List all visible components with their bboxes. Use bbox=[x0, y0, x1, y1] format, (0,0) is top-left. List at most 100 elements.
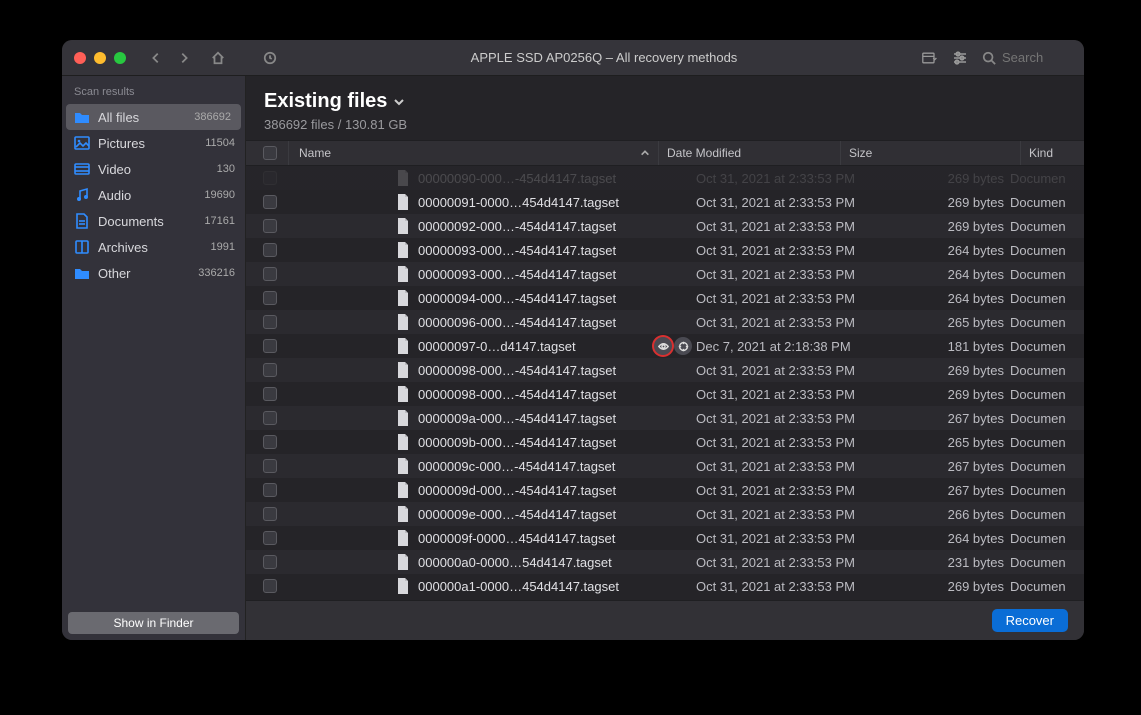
row-checkbox[interactable] bbox=[263, 243, 277, 257]
folder-icon bbox=[74, 265, 90, 281]
sidebar-item-video[interactable]: Video130 bbox=[62, 156, 245, 182]
row-checkbox[interactable] bbox=[263, 579, 277, 593]
sidebar-item-documents[interactable]: Documents17161 bbox=[62, 208, 245, 234]
sidebar-item-label: Other bbox=[98, 266, 131, 281]
file-row[interactable]: 0000009f-0000…454d4147.tagsetOct 31, 202… bbox=[246, 526, 1084, 550]
file-row[interactable]: 0000009d-000…-454d4147.tagset Oct 31, 202… bbox=[246, 478, 1084, 502]
file-name: 00000097-0…d4147.tagset bbox=[418, 339, 654, 354]
sidebar-item-label: All files bbox=[98, 110, 139, 125]
file-row[interactable]: 00000093-000…-454d4147.tagsetOct 31, 202… bbox=[246, 262, 1084, 286]
row-checkbox[interactable] bbox=[263, 363, 277, 377]
file-date: Oct 31, 2021 at 2:33:53 PM bbox=[694, 411, 876, 426]
file-icon bbox=[396, 218, 412, 234]
file-kind: Documen bbox=[1010, 363, 1084, 378]
select-all-checkbox[interactable] bbox=[263, 146, 277, 160]
main-title[interactable]: Existing files bbox=[264, 90, 1066, 113]
row-checkbox[interactable] bbox=[263, 507, 277, 521]
file-date: Oct 31, 2021 at 2:33:53 PM bbox=[694, 531, 876, 546]
sidebar-item-pictures[interactable]: Pictures11504 bbox=[62, 130, 245, 156]
file-row[interactable]: 0000009a-000…-454d4147.tagset Oct 31, 202… bbox=[246, 406, 1084, 430]
file-row[interactable]: 00000098-000…-454d4147.tagsetOct 31, 202… bbox=[246, 358, 1084, 382]
file-date: Oct 31, 2021 at 2:33:53 PM bbox=[694, 291, 876, 306]
main-subtitle: 386692 files / 130.81 GB bbox=[264, 117, 1066, 132]
file-name: 0000009a-000…-454d4147.tagset bbox=[418, 411, 654, 426]
bottom-bar: Recover bbox=[246, 600, 1084, 640]
file-list[interactable]: 00000090-000…-454d4147.tagsetOct 31, 202… bbox=[246, 166, 1084, 600]
file-row[interactable]: 000000a0-0000…54d4147.tagsetOct 31, 2021… bbox=[246, 550, 1084, 574]
file-name: 000000a1-0000…454d4147.tagset bbox=[418, 579, 654, 594]
search-input[interactable] bbox=[1002, 50, 1062, 65]
file-icon bbox=[396, 242, 412, 258]
file-row[interactable]: 00000093-000…-454d4147.tagsetOct 31, 202… bbox=[246, 238, 1084, 262]
row-checkbox[interactable] bbox=[263, 555, 277, 569]
file-row[interactable]: 00000092-000…-454d4147.tagsetOct 31, 202… bbox=[246, 214, 1084, 238]
file-icon bbox=[396, 434, 412, 450]
column-name[interactable]: Name bbox=[288, 141, 658, 165]
file-date: Oct 31, 2021 at 2:33:53 PM bbox=[694, 483, 876, 498]
window-title: APPLE SSD AP0256Q – All recovery methods bbox=[286, 50, 922, 65]
close-window-icon[interactable] bbox=[74, 52, 86, 64]
row-checkbox[interactable] bbox=[263, 195, 277, 209]
sidebar-item-other[interactable]: Other336216 bbox=[62, 260, 245, 286]
row-checkbox[interactable] bbox=[263, 531, 277, 545]
row-checkbox[interactable] bbox=[263, 315, 277, 329]
file-row[interactable]: 0000009e-000…-454d4147.tagsetOct 31, 202… bbox=[246, 502, 1084, 526]
view-mode-button[interactable] bbox=[922, 50, 938, 66]
video-icon bbox=[74, 161, 90, 177]
sidebar-item-archives[interactable]: Archives1991 bbox=[62, 234, 245, 260]
row-checkbox[interactable] bbox=[263, 459, 277, 473]
sidebar-item-label: Documents bbox=[98, 214, 164, 229]
sidebar-heading: Scan results bbox=[62, 76, 245, 104]
row-checkbox[interactable] bbox=[263, 267, 277, 281]
preview-icon[interactable] bbox=[654, 337, 672, 355]
file-kind: Documen bbox=[1010, 579, 1084, 594]
fullscreen-window-icon[interactable] bbox=[114, 52, 126, 64]
file-row[interactable]: 0000009c-000…-454d4147.tagsetOct 31, 202… bbox=[246, 454, 1084, 478]
locate-icon[interactable] bbox=[674, 337, 692, 355]
back-button[interactable] bbox=[144, 46, 168, 70]
column-date[interactable]: Date Modified bbox=[658, 141, 840, 165]
file-name: 00000096-000…-454d4147.tagset bbox=[418, 315, 654, 330]
row-checkbox[interactable] bbox=[263, 171, 277, 185]
file-size: 269 bytes bbox=[876, 219, 1010, 234]
file-row[interactable]: 0000009b-000…-454d4147.tagsetOct 31, 202… bbox=[246, 430, 1084, 454]
sidebar-item-all-files[interactable]: All files386692 bbox=[66, 104, 241, 130]
file-icon bbox=[396, 338, 412, 354]
minimize-window-icon[interactable] bbox=[94, 52, 106, 64]
file-size: 269 bytes bbox=[876, 195, 1010, 210]
sidebar-item-audio[interactable]: Audio19690 bbox=[62, 182, 245, 208]
column-kind[interactable]: Kind bbox=[1020, 141, 1084, 165]
recover-button[interactable]: Recover bbox=[992, 609, 1068, 632]
rescan-button[interactable] bbox=[258, 46, 282, 70]
row-checkbox[interactable] bbox=[263, 291, 277, 305]
file-row[interactable]: 00000098-000…-454d4147.tagsetOct 31, 202… bbox=[246, 382, 1084, 406]
image-icon bbox=[74, 135, 90, 151]
settings-button[interactable] bbox=[952, 50, 968, 66]
file-name: 0000009e-000…-454d4147.tagset bbox=[418, 507, 654, 522]
row-checkbox[interactable] bbox=[263, 387, 277, 401]
file-size: 267 bytes bbox=[876, 459, 1010, 474]
main-header: Existing files 386692 files / 130.81 GB bbox=[246, 76, 1084, 140]
file-row[interactable]: 00000097-0…d4147.tagsetDec 7, 2021 at 2:… bbox=[246, 334, 1084, 358]
show-in-finder-button[interactable]: Show in Finder bbox=[68, 612, 239, 634]
file-row[interactable]: 00000094-000…-454d4147.tagsetOct 31, 202… bbox=[246, 286, 1084, 310]
file-name: 00000091-0000…454d4147.tagset bbox=[418, 195, 654, 210]
row-checkbox[interactable] bbox=[263, 411, 277, 425]
file-row[interactable]: 00000090-000…-454d4147.tagsetOct 31, 202… bbox=[246, 166, 1084, 190]
column-size[interactable]: Size bbox=[840, 141, 1020, 165]
file-row[interactable]: 000000a1-0000…454d4147.tagsetOct 31, 202… bbox=[246, 574, 1084, 598]
row-checkbox[interactable] bbox=[263, 219, 277, 233]
file-name: 0000009d-000…-454d4147.tagset bbox=[418, 483, 654, 498]
sidebar-item-count: 19690 bbox=[204, 189, 235, 201]
home-button[interactable] bbox=[206, 46, 230, 70]
row-checkbox[interactable] bbox=[263, 435, 277, 449]
file-row[interactable]: 00000091-0000…454d4147.tagsetOct 31, 202… bbox=[246, 190, 1084, 214]
forward-button[interactable] bbox=[172, 46, 196, 70]
sidebar-item-label: Pictures bbox=[98, 136, 145, 151]
search-icon bbox=[982, 51, 996, 65]
row-checkbox[interactable] bbox=[263, 483, 277, 497]
file-icon bbox=[396, 410, 412, 426]
search-field[interactable] bbox=[982, 50, 1072, 65]
row-checkbox[interactable] bbox=[263, 339, 277, 353]
file-row[interactable]: 00000096-000…-454d4147.tagsetOct 31, 202… bbox=[246, 310, 1084, 334]
